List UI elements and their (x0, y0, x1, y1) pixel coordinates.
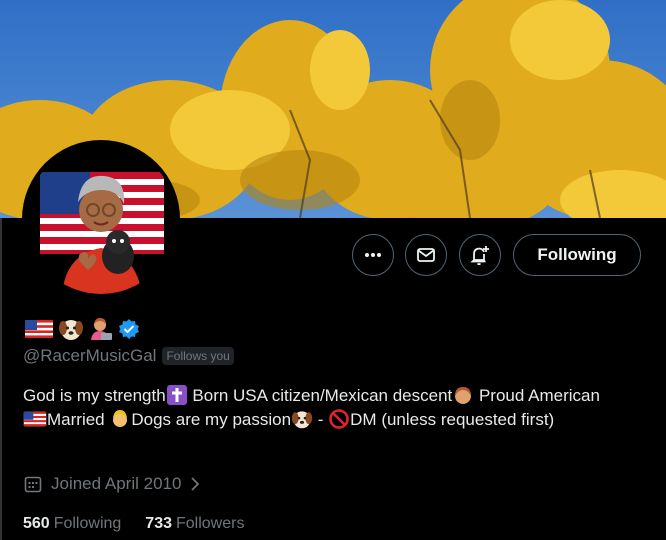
us-flag-icon (25, 320, 53, 338)
bio-text: God is my strength (23, 386, 166, 405)
following-button[interactable]: Following (513, 234, 641, 276)
bio-text: DM (unless requested first) (350, 410, 555, 429)
joined-date[interactable]: Joined April 2010 (23, 474, 201, 494)
person-blond-icon (113, 409, 128, 427)
message-button[interactable] (405, 234, 447, 276)
profile-stats: 560 Following 733 Followers (23, 515, 244, 533)
bio-text: Dogs are my passion (131, 410, 292, 429)
following-count: 560 (23, 515, 50, 532)
dog-face-icon (59, 320, 83, 340)
display-name (24, 316, 140, 342)
envelope-icon (417, 248, 435, 262)
following-stat[interactable]: 560 Following (23, 515, 121, 533)
more-button[interactable] (352, 234, 394, 276)
joined-label: Joined April 2010 (51, 474, 182, 493)
bio-text: Born USA citizen/Mexican descent (187, 386, 453, 405)
bio-text: Married (47, 410, 110, 429)
more-horizontal-icon (365, 253, 381, 257)
avatar[interactable] (22, 140, 180, 298)
bio-text: Proud American (474, 386, 600, 405)
bio-text: - (313, 410, 329, 429)
chevron-right-icon (191, 477, 200, 491)
profile-bio: God is my strength Born USA citizen/Mexi… (23, 384, 623, 432)
verified-badge-icon (119, 319, 139, 339)
bell-plus-icon (470, 246, 489, 266)
followers-stat[interactable]: 733 Followers (145, 515, 244, 533)
column-border (0, 218, 2, 540)
profile-handle: @RacerMusicGal (23, 346, 157, 365)
calendar-icon (24, 476, 42, 493)
followers-label: Followers (176, 515, 245, 532)
notifications-button[interactable] (459, 234, 501, 276)
followers-count: 733 (145, 515, 172, 532)
latin-cross-icon (166, 384, 187, 405)
woman-face-icon (455, 386, 472, 404)
follows-you-badge: Follows you (162, 347, 234, 365)
woman-technologist-icon (91, 318, 112, 340)
us-flag-icon (23, 411, 47, 426)
following-label: Following (53, 515, 122, 532)
dog-face-icon (291, 410, 313, 428)
prohibited-icon (329, 408, 349, 429)
